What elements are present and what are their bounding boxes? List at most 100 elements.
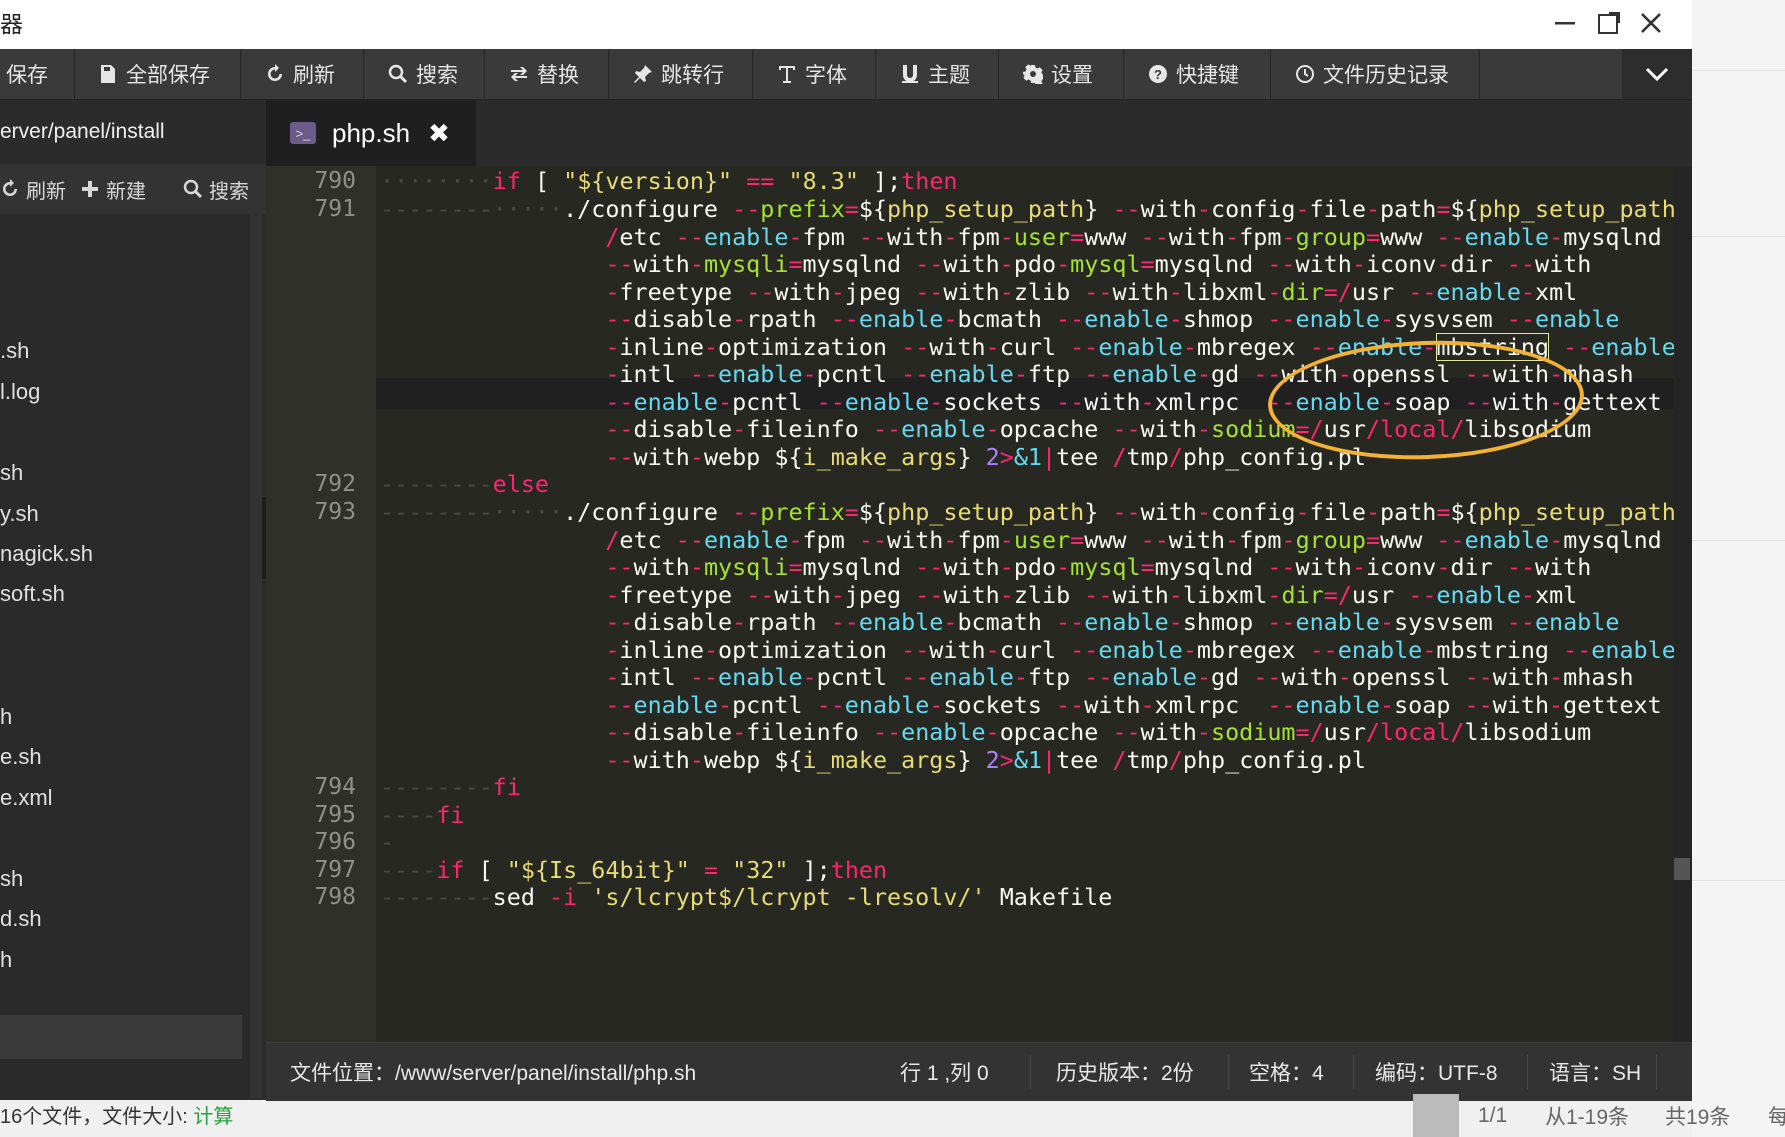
page-prev-button[interactable] bbox=[1413, 1094, 1459, 1137]
title-bar: 器 bbox=[0, 0, 1692, 49]
line-number: 790 bbox=[314, 168, 356, 194]
editor-scroll-thumb[interactable] bbox=[1674, 858, 1690, 880]
status-encoding[interactable]: 编码：UTF-8 bbox=[1375, 1043, 1498, 1101]
file-item[interactable]: sh bbox=[0, 866, 23, 892]
code-line: --disable-fileinfo --enable-opcache --wi… bbox=[605, 718, 1592, 746]
toolbar-save-button[interactable]: 保存 bbox=[6, 49, 48, 99]
code-line: /etc --enable-fpm --with-fpm-user=www --… bbox=[605, 222, 1662, 251]
file-item[interactable]: d.sh bbox=[0, 906, 42, 932]
close-window-button[interactable] bbox=[1634, 6, 1668, 40]
toolbar-font-button[interactable]: 字体 bbox=[777, 49, 847, 99]
file-new-button[interactable]: 新建 bbox=[80, 164, 146, 214]
code-editor[interactable]: 789 790 791 792 793 794 795 796 797 798 … bbox=[266, 166, 1692, 1042]
file-item[interactable]: h bbox=[0, 947, 12, 973]
clock-icon bbox=[1296, 65, 1314, 83]
search-icon bbox=[388, 64, 408, 84]
toolbar-goto-line-button[interactable]: 跳转行 bbox=[633, 49, 724, 99]
maximize-icon bbox=[1598, 12, 1620, 34]
code-line: --with-webp ${i_make_args} 2>&1|tee /tmp… bbox=[605, 442, 1366, 471]
toolbar-shortcuts-button[interactable]: ? 快捷键 bbox=[1148, 49, 1239, 99]
code-line: -freetype --with-jpeg --with-zlib --with… bbox=[605, 277, 1578, 306]
editor-window: 器 保存 全部保存 刷新 搜索 替换 跳转行 字体 主题 设置 ? 快捷键 文件… bbox=[0, 0, 1692, 1101]
toolbar-font-label: 字体 bbox=[805, 64, 847, 87]
file-item[interactable]: l.log bbox=[0, 379, 40, 405]
file-item[interactable]: soft.sh bbox=[0, 581, 65, 607]
toolbar-refresh-button[interactable]: 刷新 bbox=[265, 49, 335, 99]
code-line: --------·····./configure --prefix=${php_… bbox=[380, 498, 1690, 526]
status-history[interactable]: 历史版本：2份 bbox=[1056, 1043, 1194, 1101]
status-language[interactable]: 语言：SH bbox=[1549, 1043, 1641, 1101]
line-number: 796 bbox=[314, 829, 356, 855]
code-line: -intl --enable-pcntl --enable-ftp --enab… bbox=[605, 360, 1634, 388]
terminal-icon: >_ bbox=[290, 122, 316, 144]
editor-scrollbar[interactable] bbox=[1674, 166, 1692, 1042]
theme-icon bbox=[902, 65, 918, 83]
maximize-button[interactable] bbox=[1592, 6, 1626, 40]
status-file-location: 文件位置：/www/server/panel/install/php.sh bbox=[290, 1062, 697, 1085]
tab-close-icon[interactable]: ✖ bbox=[428, 118, 450, 149]
file-item[interactable]: e.sh bbox=[0, 744, 42, 770]
code-line: --disable-fileinfo --enable-opcache --wi… bbox=[605, 415, 1592, 443]
file-item[interactable]: h bbox=[0, 704, 12, 730]
code-line: --with-mysqli=mysqlnd --with-pdo-mysql=m… bbox=[605, 553, 1592, 581]
toolbar-goto-line-label: 跳转行 bbox=[661, 64, 724, 87]
code-line: -inline-optimization --with-curl --enabl… bbox=[605, 635, 1676, 664]
code-line: - bbox=[380, 828, 395, 856]
code-line: --disable-rpath --enable-bcmath --enable… bbox=[605, 305, 1620, 333]
line-number-gutter: 789 790 791 792 793 794 795 796 797 798 bbox=[266, 166, 376, 1042]
editor-tab-bar: >_ php.sh ✖ bbox=[266, 100, 1692, 169]
tab-php-sh[interactable]: >_ php.sh ✖ bbox=[266, 100, 476, 169]
file-panel: erver/panel/install 刷新 新建 搜索 .sh l.log s… bbox=[0, 100, 266, 1098]
toolbar-settings-label: 设置 bbox=[1051, 64, 1093, 87]
file-search-button[interactable]: 搜索 bbox=[183, 164, 249, 214]
refresh-icon bbox=[3, 179, 17, 196]
file-list-scrollbar[interactable] bbox=[250, 214, 262, 1098]
file-item[interactable]: sh bbox=[0, 460, 23, 486]
minimize-icon bbox=[1555, 22, 1575, 25]
toolbar-replace-button[interactable]: 替换 bbox=[509, 49, 579, 99]
status-bar: 文件位置：/www/server/panel/install/php.sh 行 … bbox=[266, 1042, 1692, 1101]
line-number: 798 bbox=[314, 884, 356, 910]
status-cursor[interactable]: 行 1 ,列 0 bbox=[900, 1043, 989, 1101]
code-line: /etc --enable-fpm --with-fpm-user=www --… bbox=[605, 525, 1662, 554]
code-line: --------sed -i 's/lcrypt$/lcrypt -lresol… bbox=[380, 883, 1113, 911]
code-line: --enable-pcntl --enable-sockets --with-x… bbox=[605, 690, 1662, 719]
code-line: -intl --enable-pcntl --enable-ftp --enab… bbox=[605, 663, 1634, 691]
save-all-icon bbox=[101, 65, 115, 83]
file-refresh-button[interactable]: 刷新 bbox=[0, 164, 66, 214]
code-line: -inline-optimization --with-curl --enabl… bbox=[605, 332, 1676, 361]
code-line: --with-webp ${i_make_args} 2>&1|tee /tmp… bbox=[605, 745, 1366, 774]
file-item[interactable]: .sh bbox=[0, 338, 29, 364]
replace-icon bbox=[511, 67, 527, 81]
toolbar-theme-label: 主题 bbox=[928, 64, 970, 87]
gear-icon bbox=[1023, 64, 1043, 84]
code-line: --------·····./configure --prefix=${php_… bbox=[380, 195, 1690, 223]
toolbar-settings-button[interactable]: 设置 bbox=[1023, 49, 1093, 99]
toolbar-save-all-button[interactable]: 全部保存 bbox=[98, 49, 210, 99]
code-line: --enable-pcntl --enable-sockets --with-x… bbox=[605, 387, 1662, 416]
pin-icon bbox=[634, 65, 652, 83]
file-item[interactable]: e.xml bbox=[0, 785, 53, 811]
minimize-button[interactable] bbox=[1548, 6, 1582, 40]
help-icon: ? bbox=[1149, 65, 1167, 83]
toolbar-history-button[interactable]: 文件历史记录 bbox=[1295, 49, 1449, 99]
plus-icon bbox=[82, 181, 98, 197]
code-line: --------fi bbox=[380, 773, 521, 801]
page-range: 从1-19条 bbox=[1545, 1105, 1630, 1129]
toolbar-search-button[interactable]: 搜索 bbox=[388, 49, 458, 99]
file-item[interactable]: y.sh bbox=[0, 501, 39, 527]
code-line: -freetype --with-jpeg --with-zlib --with… bbox=[605, 580, 1578, 609]
file-item[interactable]: nagick.sh bbox=[0, 541, 93, 567]
line-number: 794 bbox=[314, 774, 356, 800]
file-item-selected[interactable] bbox=[0, 1015, 242, 1059]
line-number: 791 bbox=[314, 196, 356, 222]
chevron-down-icon bbox=[1645, 67, 1669, 82]
code-line: --disable-rpath --enable-bcmath --enable… bbox=[605, 608, 1620, 636]
toolbar-more-button[interactable] bbox=[1622, 49, 1692, 99]
code-line: ········if [ "${version}" == "8.3" ];the… bbox=[380, 167, 958, 195]
code-line: --------else bbox=[380, 470, 550, 498]
status-indent[interactable]: 空格：4 bbox=[1249, 1043, 1324, 1101]
calculate-size-link[interactable]: 计算 bbox=[193, 1106, 233, 1128]
toolbar-theme-button[interactable]: 主题 bbox=[900, 49, 970, 99]
page-info: 1/1 bbox=[1478, 1103, 1508, 1127]
